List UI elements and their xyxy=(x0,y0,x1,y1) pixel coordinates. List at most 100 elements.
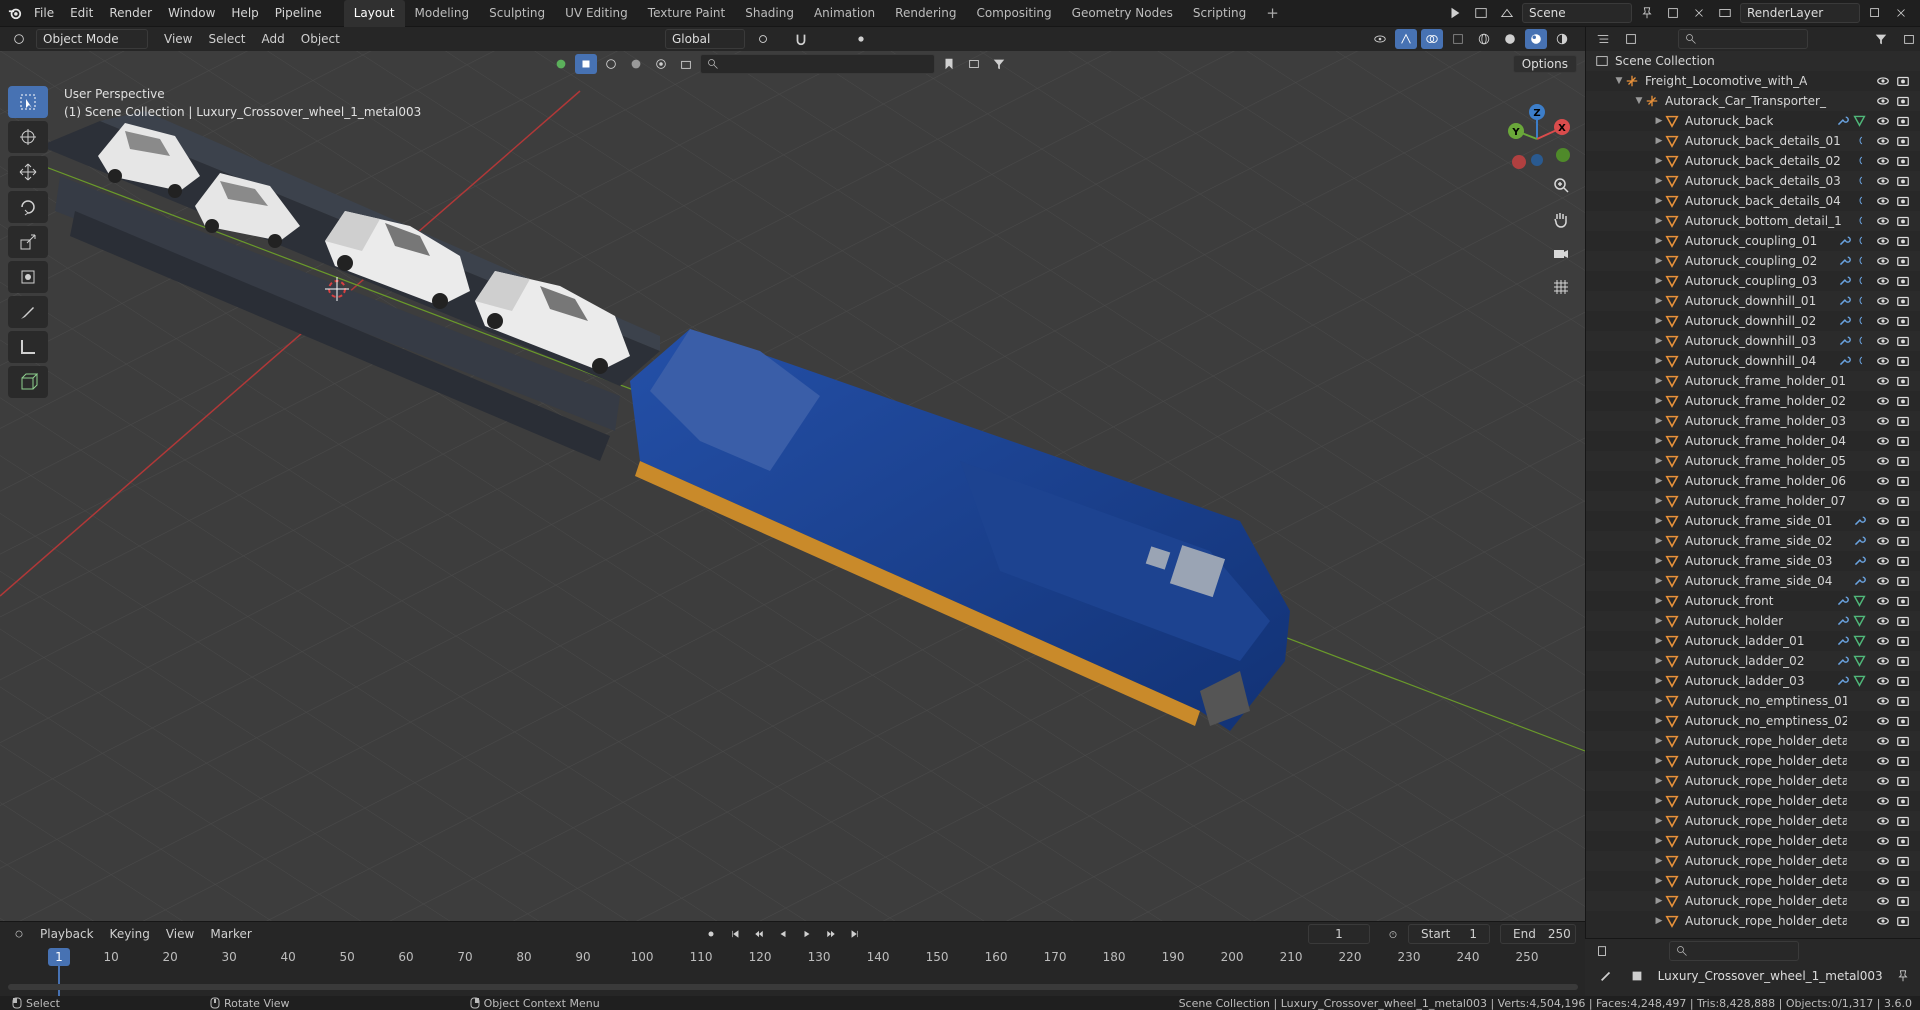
expand-right-icon[interactable]: ▶ xyxy=(1654,736,1664,746)
render-camera-icon[interactable] xyxy=(1896,734,1910,748)
render-camera-icon[interactable] xyxy=(1896,894,1910,908)
menu-render[interactable]: Render xyxy=(101,0,160,27)
eye-icon[interactable] xyxy=(1876,634,1890,648)
outliner-item[interactable]: ▶ Autoruck_rope_holder_detail_05 xyxy=(1586,811,1920,831)
outliner-item[interactable]: ▶ Autoruck_no_emptiness_02 xyxy=(1586,711,1920,731)
render-camera-icon[interactable] xyxy=(1896,274,1910,288)
render-layer-field[interactable]: RenderLayer xyxy=(1740,3,1860,23)
eye-icon[interactable] xyxy=(1876,854,1890,868)
outliner-item[interactable]: ▶ Autoruck_back_details_04 xyxy=(1586,191,1920,211)
neg-y-handle[interactable] xyxy=(1556,148,1570,162)
constraint-icon[interactable] xyxy=(1855,174,1866,190)
eye-icon[interactable] xyxy=(1876,554,1890,568)
vertex-group-icon[interactable] xyxy=(1853,634,1866,650)
select-box-tool[interactable] xyxy=(8,86,48,118)
outliner-item[interactable]: ▶ Autoruck_rope_holder_detail_04 xyxy=(1586,791,1920,811)
eye-icon[interactable] xyxy=(1876,274,1890,288)
lookdev-icon[interactable] xyxy=(650,54,672,74)
tab-rendering[interactable]: Rendering xyxy=(885,0,966,27)
display-mode-dropdown-icon[interactable] xyxy=(1620,29,1642,49)
render-camera-icon[interactable] xyxy=(1896,314,1910,328)
navigation-gizmo[interactable]: Z X Y xyxy=(1497,97,1577,177)
eye-icon[interactable] xyxy=(1876,334,1890,348)
neg-z-handle[interactable] xyxy=(1531,154,1543,166)
pin-icon[interactable] xyxy=(1636,3,1658,23)
outliner-item[interactable]: ▶ Autoruck_bottom_detail_1 xyxy=(1586,211,1920,231)
eye-icon[interactable] xyxy=(1876,834,1890,848)
outliner-item[interactable]: ▶ Autoruck_rope_holder_detail_06 xyxy=(1586,831,1920,851)
render-play-icon[interactable] xyxy=(1444,3,1466,23)
filter-icon[interactable] xyxy=(988,54,1010,74)
render-camera-icon[interactable] xyxy=(1896,474,1910,488)
wrench-icon[interactable] xyxy=(1838,314,1851,330)
expand-down-icon[interactable]: ▼ xyxy=(1614,76,1624,86)
expand-right-icon[interactable]: ▶ xyxy=(1654,656,1664,666)
expand-right-icon[interactable]: ▶ xyxy=(1654,856,1664,866)
expand-right-icon[interactable]: ▶ xyxy=(1654,896,1664,906)
eye-icon[interactable] xyxy=(1876,74,1890,88)
render-camera-icon[interactable] xyxy=(1896,654,1910,668)
wireframe-shading-icon[interactable] xyxy=(1473,29,1495,49)
render-camera-icon[interactable] xyxy=(1896,414,1910,428)
material-shading-icon[interactable] xyxy=(1525,29,1547,49)
wrench-icon[interactable] xyxy=(1838,234,1851,250)
outliner-item[interactable]: ▶ Autoruck_frame_holder_02 xyxy=(1586,391,1920,411)
outliner-item[interactable]: ▶ Autoruck_frame_holder_06 xyxy=(1586,471,1920,491)
vertex-group-icon[interactable] xyxy=(1853,614,1866,630)
3d-viewport[interactable]: User Perspective (1) Scene Collection | … xyxy=(0,51,1585,921)
tab-shading[interactable]: Shading xyxy=(735,0,804,27)
eye-icon[interactable] xyxy=(1876,534,1890,548)
expand-right-icon[interactable]: ▶ xyxy=(1654,336,1664,346)
copy-layer-icon[interactable] xyxy=(1864,3,1886,23)
outliner-item[interactable]: ▶ Autoruck_rope_holder_detail_09 xyxy=(1586,891,1920,911)
menu-playback[interactable]: Playback xyxy=(34,927,100,941)
expand-right-icon[interactable]: ▶ xyxy=(1654,536,1664,546)
wrench-icon[interactable] xyxy=(1853,534,1866,550)
add-cube-tool[interactable] xyxy=(8,366,48,398)
render-camera-icon[interactable] xyxy=(1896,174,1910,188)
eye-icon[interactable] xyxy=(1876,234,1890,248)
render-camera-icon[interactable] xyxy=(1896,874,1910,888)
outliner-item[interactable]: ▶ Autoruck_ladder_02 xyxy=(1586,651,1920,671)
eye-icon[interactable] xyxy=(1876,814,1890,828)
jump-start-icon[interactable] xyxy=(724,924,746,944)
constraint-icon[interactable] xyxy=(1855,274,1866,290)
outliner-item[interactable]: ▶ Autoruck_rope_holder_detail_03 xyxy=(1586,771,1920,791)
render-camera-icon[interactable] xyxy=(1896,754,1910,768)
expand-right-icon[interactable]: ▶ xyxy=(1654,836,1664,846)
mode-dropdown[interactable]: Object Mode xyxy=(36,29,148,49)
outliner-item[interactable]: ▶ Autoruck_frame_holder_07 xyxy=(1586,491,1920,511)
expand-right-icon[interactable]: ▶ xyxy=(1654,156,1664,166)
outliner-item[interactable]: ▶ Autoruck_frame_side_04 xyxy=(1586,571,1920,591)
start-frame-field[interactable]: Start 1 xyxy=(1408,924,1490,944)
render-camera-icon[interactable] xyxy=(1896,674,1910,688)
transform-orientation-dropdown[interactable]: Global xyxy=(665,29,745,49)
render-camera-icon[interactable] xyxy=(1896,74,1910,88)
wrench-icon[interactable] xyxy=(1836,674,1849,690)
expand-right-icon[interactable]: ▶ xyxy=(1654,816,1664,826)
eye-icon[interactable] xyxy=(1876,474,1890,488)
measure-tool[interactable] xyxy=(8,331,48,363)
expand-right-icon[interactable]: ▶ xyxy=(1654,436,1664,446)
expand-right-icon[interactable]: ▶ xyxy=(1654,136,1664,146)
outliner-item[interactable]: ▶ Autoruck_ladder_03 xyxy=(1586,671,1920,691)
render-camera-icon[interactable] xyxy=(1896,794,1910,808)
expand-right-icon[interactable]: ▶ xyxy=(1654,916,1664,926)
render-camera-icon[interactable] xyxy=(1896,254,1910,268)
tab-layout[interactable]: Layout xyxy=(343,0,405,27)
constraint-icon[interactable] xyxy=(1855,214,1866,230)
expand-right-icon[interactable]: ▶ xyxy=(1654,676,1664,686)
outliner-item[interactable]: ▶ Autoruck_coupling_01 xyxy=(1586,231,1920,251)
wrench-icon[interactable] xyxy=(1836,614,1849,630)
ortho-grid-icon[interactable] xyxy=(1547,273,1575,301)
scale-tool[interactable] xyxy=(8,226,48,258)
eye-icon[interactable] xyxy=(1876,494,1890,508)
wrench-icon[interactable] xyxy=(1838,274,1851,290)
expand-right-icon[interactable]: ▶ xyxy=(1654,636,1664,646)
outliner-item[interactable]: ▶ Autoruck_rope_holder_detail_07 xyxy=(1586,851,1920,871)
layer-icon[interactable] xyxy=(675,54,697,74)
tool-settings-icon[interactable] xyxy=(1595,966,1616,986)
expand-right-icon[interactable]: ▶ xyxy=(1654,716,1664,726)
transform-tool[interactable] xyxy=(8,261,48,293)
render-camera-icon[interactable] xyxy=(1896,574,1910,588)
